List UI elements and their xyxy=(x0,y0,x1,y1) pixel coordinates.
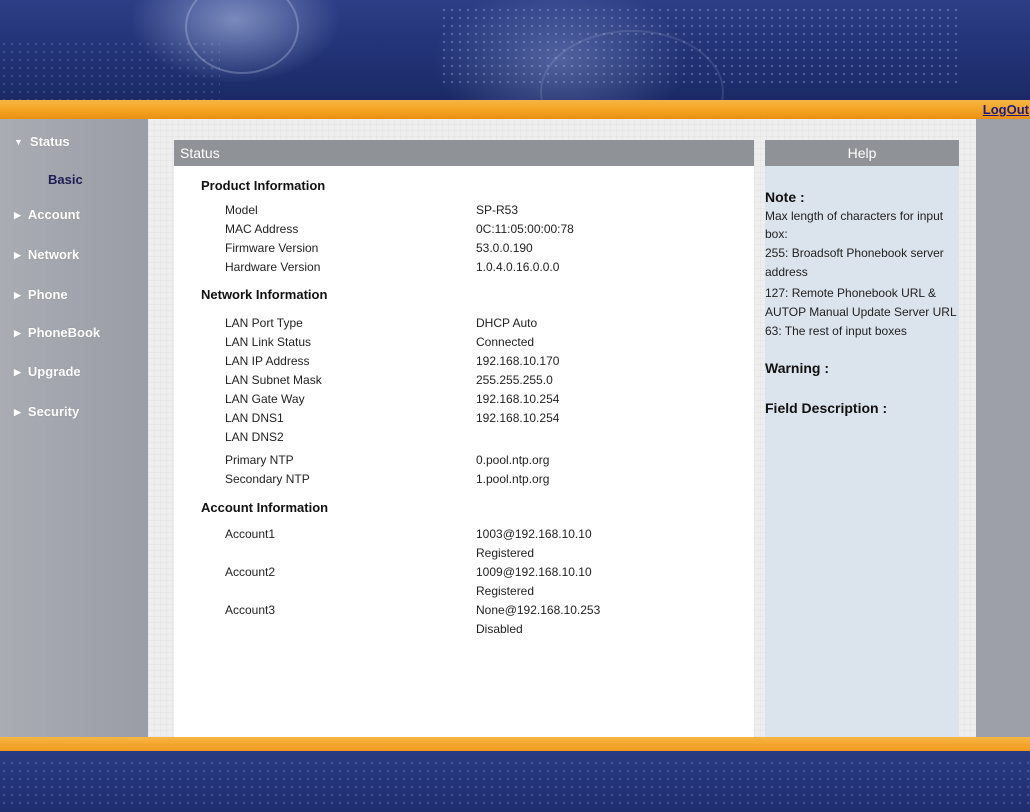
sidebar-item-phone[interactable]: ▶ Phone xyxy=(14,287,68,302)
help-panel-header: Help xyxy=(765,140,959,166)
info-value: 0.pool.ntp.org xyxy=(476,453,550,467)
info-label: LAN DNS1 xyxy=(225,411,284,425)
right-gutter xyxy=(976,119,1030,737)
account-status: Registered xyxy=(476,584,535,598)
info-value: Connected xyxy=(476,335,535,349)
info-value: SP-R53 xyxy=(476,203,519,217)
help-note-line: 63: The rest of input boxes xyxy=(765,324,907,338)
footer-dot-pattern xyxy=(0,759,1030,809)
info-label: Account3 xyxy=(225,603,276,617)
info-label: Firmware Version xyxy=(225,241,319,255)
account-status: Disabled xyxy=(476,622,523,636)
triangle-right-icon: ▶ xyxy=(14,328,21,338)
triangle-right-icon: ▶ xyxy=(14,407,21,417)
help-note-line: AUTOP Manual Update Server URL xyxy=(765,305,957,319)
sidebar-item-label: Security xyxy=(27,404,80,419)
sidebar-item-account[interactable]: ▶ Account xyxy=(14,207,80,222)
info-value: DHCP Auto xyxy=(476,316,538,330)
help-field-description-title: Field Description : xyxy=(765,400,888,416)
info-label: Account1 xyxy=(225,527,276,541)
triangle-right-icon: ▶ xyxy=(14,210,21,220)
sidebar-subitem-basic[interactable]: Basic xyxy=(48,172,83,187)
sidebar-item-label: Network xyxy=(27,247,80,262)
info-value: 1009@192.168.10.10 xyxy=(476,565,592,579)
info-value: 1.0.4.0.16.0.0.0 xyxy=(476,260,560,274)
help-note-line: 127: Remote Phonebook URL & xyxy=(765,286,936,300)
logout-link[interactable]: LogOut xyxy=(983,102,1029,117)
info-label: LAN DNS2 xyxy=(225,430,284,444)
help-warning-title: Warning : xyxy=(765,360,830,376)
sidebar-item-network[interactable]: ▶ Network xyxy=(14,247,79,262)
help-note-line: 255: Broadsoft Phonebook server xyxy=(765,246,944,260)
header-banner xyxy=(0,0,1030,100)
footer-banner xyxy=(0,751,1030,812)
info-value: None@192.168.10.253 xyxy=(476,603,601,617)
info-value: 1.pool.ntp.org xyxy=(476,472,550,486)
sidebar-item-label: Status xyxy=(29,134,70,149)
info-label: LAN Link Status xyxy=(225,335,312,349)
info-label: Model xyxy=(225,203,258,217)
sidebar-item-upgrade[interactable]: ▶ Upgrade xyxy=(14,364,81,379)
top-bar: LogOut xyxy=(0,100,1030,119)
info-value: 192.168.10.254 xyxy=(476,392,560,406)
banner-dot-pattern-left xyxy=(0,40,220,100)
help-note-line: Max length of characters for input xyxy=(765,209,944,223)
info-value: 0C:11:05:00:00:78 xyxy=(476,222,574,236)
info-label: Account2 xyxy=(225,565,276,579)
info-label: LAN Port Type xyxy=(225,316,303,330)
triangle-right-icon: ▶ xyxy=(14,367,21,377)
help-note-line: address xyxy=(765,265,808,279)
sidebar-item-label: Account xyxy=(27,207,80,222)
triangle-down-icon: ▼ xyxy=(14,137,23,147)
sidebar-item-status[interactable]: ▼ Status xyxy=(14,134,70,149)
triangle-right-icon: ▶ xyxy=(14,290,21,300)
section-title-product: Product Information xyxy=(201,178,326,193)
status-panel-header: Status xyxy=(174,140,754,166)
section-title-network: Network Information xyxy=(201,287,328,302)
account-status: Registered xyxy=(476,546,535,560)
info-value: 192.168.10.170 xyxy=(476,354,560,368)
bottom-bar xyxy=(0,737,1030,751)
info-value: 255.255.255.0 xyxy=(476,373,553,387)
help-note-title: Note : xyxy=(765,189,805,205)
sidebar-item-label: Phone xyxy=(27,287,68,302)
sidebar-item-security[interactable]: ▶ Security xyxy=(14,404,79,419)
sidebar-item-label: Upgrade xyxy=(27,364,81,379)
info-value: 1003@192.168.10.10 xyxy=(476,527,592,541)
info-label: LAN Gate Way xyxy=(225,392,305,406)
sidebar-item-label: PhoneBook xyxy=(27,325,101,340)
info-value: 192.168.10.254 xyxy=(476,411,560,425)
sidebar-item-phonebook[interactable]: ▶ PhoneBook xyxy=(14,325,100,340)
info-value: 53.0.0.190 xyxy=(476,241,533,255)
info-label: Secondary NTP xyxy=(225,472,310,486)
info-label: Primary NTP xyxy=(225,453,294,467)
status-panel-title: Status xyxy=(180,145,220,161)
help-note-line: box: xyxy=(765,227,788,241)
info-label: MAC Address xyxy=(225,222,299,236)
info-label: Hardware Version xyxy=(225,260,321,274)
info-label: LAN IP Address xyxy=(225,354,310,368)
triangle-right-icon: ▶ xyxy=(14,250,21,260)
section-title-account: Account Information xyxy=(201,500,329,515)
info-label: LAN Subnet Mask xyxy=(225,373,322,387)
